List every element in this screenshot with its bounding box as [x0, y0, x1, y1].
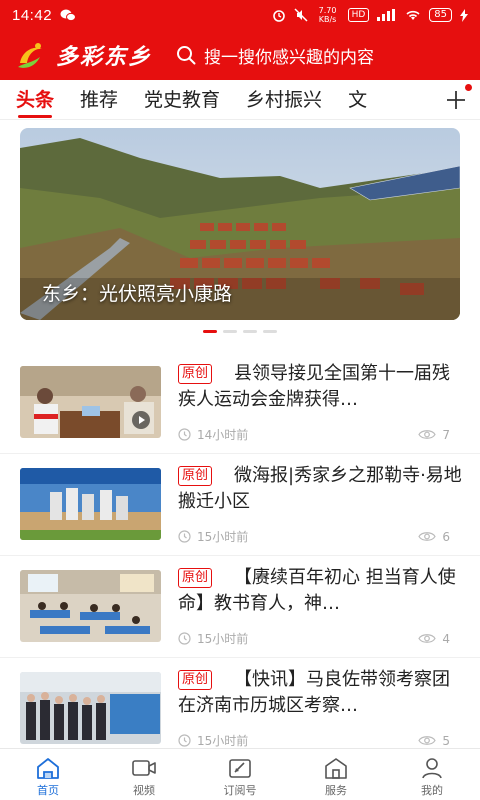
category-tabs: 头条 推荐 党史教育 乡村振兴 文: [0, 80, 480, 120]
bottom-nav: 首页 视频 订阅号 服务 我的: [0, 748, 480, 800]
home-icon: [37, 758, 59, 779]
news-time: 15小时前: [197, 530, 249, 544]
eye-icon: [418, 736, 437, 745]
news-title: 微海报|秀家乡之那勒寺·易地搬迁小区: [178, 465, 462, 512]
nav-label: 视频: [133, 784, 155, 797]
nav-label: 订阅号: [223, 784, 257, 797]
search-icon: [177, 46, 196, 65]
view-count-value: 4: [442, 631, 450, 646]
view-count: 6: [418, 530, 450, 544]
profile-icon: [422, 758, 442, 779]
news-thumbnail: [20, 366, 161, 438]
nav-video[interactable]: 视频: [96, 749, 192, 800]
news-thumbnail: [20, 570, 161, 642]
news-list: 原创 县领导接见全国第十一届残疾人运动会金牌获得… 14小时前 7 原创 微海报…: [0, 352, 480, 760]
eye-icon: [418, 634, 437, 643]
battery-indicator: 85: [429, 8, 452, 22]
eye-icon: [418, 430, 437, 439]
tab-party-history[interactable]: 党史教育: [144, 80, 220, 119]
carousel-dot[interactable]: [223, 330, 237, 333]
clock-icon: [178, 530, 191, 543]
play-icon: [132, 411, 150, 429]
notification-dot: [465, 84, 472, 91]
search-placeholder: 搜一搜你感兴趣的内容: [204, 47, 375, 68]
nav-subscribe[interactable]: 订阅号: [192, 749, 288, 800]
video-icon: [132, 760, 156, 776]
news-meta: 15小时前 5: [178, 732, 450, 749]
view-count-value: 6: [442, 529, 450, 544]
news-title: 【赓续百年初心 担当育人使命】教书育人，神…: [178, 567, 456, 614]
banner-carousel[interactable]: 东乡：光伏照亮小康路: [20, 128, 460, 320]
carousel-indicator: [0, 330, 480, 333]
status-time: 14:42: [12, 6, 53, 24]
tab-headlines[interactable]: 头条: [16, 80, 54, 119]
signal-icon: [377, 9, 396, 21]
news-meta: 15小时前 6: [178, 528, 450, 545]
nav-label: 服务: [325, 784, 347, 797]
news-time: 14小时前: [197, 428, 249, 442]
nav-profile[interactable]: 我的: [384, 749, 480, 800]
carousel-dot[interactable]: [203, 330, 217, 333]
eye-icon: [418, 532, 437, 541]
news-thumbnail: [20, 672, 161, 744]
nav-home[interactable]: 首页: [0, 749, 96, 800]
nav-service[interactable]: 服务: [288, 749, 384, 800]
news-item[interactable]: 原创 县领导接见全国第十一届残疾人运动会金牌获得… 14小时前 7: [0, 352, 480, 454]
clock-icon: [178, 428, 191, 441]
news-meta: 14小时前 7: [178, 426, 450, 443]
subscribe-icon: [229, 759, 251, 778]
news-item[interactable]: 原创 微海报|秀家乡之那勒寺·易地搬迁小区 15小时前 6: [0, 454, 480, 556]
news-meta: 15小时前 4: [178, 630, 450, 647]
app-name: 多彩东乡: [56, 44, 153, 70]
news-time: 15小时前: [197, 734, 249, 748]
clock-icon: [178, 632, 191, 645]
news-thumbnail: [20, 468, 161, 540]
nav-label: 我的: [421, 784, 443, 797]
tab-culture[interactable]: 文: [348, 80, 367, 119]
news-title: 县领导接见全国第十一届残疾人运动会金牌获得…: [178, 363, 450, 410]
add-channel-button[interactable]: [442, 84, 472, 114]
search-bar[interactable]: 搜一搜你感兴趣的内容: [176, 43, 374, 68]
app-header: 多彩东乡 搜一搜你感兴趣的内容: [0, 30, 480, 80]
carousel-dot[interactable]: [243, 330, 257, 333]
wifi-icon: [406, 10, 420, 20]
logo-mark-icon: [18, 43, 42, 68]
view-count: 4: [418, 632, 450, 646]
news-time: 15小时前: [197, 632, 249, 646]
network-speed: 7.70 KB/s: [318, 6, 337, 24]
banner-caption: 东乡：光伏照亮小康路: [42, 283, 233, 305]
carousel-dot[interactable]: [263, 330, 277, 333]
tabs-fade: [400, 80, 440, 119]
news-item[interactable]: 原创 【赓续百年初心 担当育人使命】教书育人，神… 15小时前 4: [0, 556, 480, 658]
alarm-icon: [272, 10, 285, 22]
hd-badge: HD: [347, 8, 370, 22]
view-count-value: 7: [442, 427, 450, 442]
service-icon: [325, 758, 347, 779]
status-bar: 14:42 7.70 KB/s HD 85: [0, 0, 480, 30]
view-count: 5: [418, 734, 450, 748]
view-count-value: 5: [442, 733, 450, 748]
news-title: 【快讯】马良佐带领考察团在济南市历城区考察…: [178, 669, 450, 716]
tab-rural-revitalization[interactable]: 乡村振兴: [246, 80, 322, 119]
mute-icon: [294, 8, 308, 22]
nav-label: 首页: [37, 784, 59, 797]
view-count: 7: [418, 428, 450, 442]
app-logo: 多彩东乡: [12, 37, 152, 73]
clock-icon: [178, 734, 191, 747]
tab-recommended[interactable]: 推荐: [80, 80, 118, 119]
wechat-icon: [60, 9, 77, 22]
charging-icon: [460, 8, 468, 22]
news-item[interactable]: 原创 【快讯】马良佐带领考察团在济南市历城区考察… 15小时前 5: [0, 658, 480, 760]
